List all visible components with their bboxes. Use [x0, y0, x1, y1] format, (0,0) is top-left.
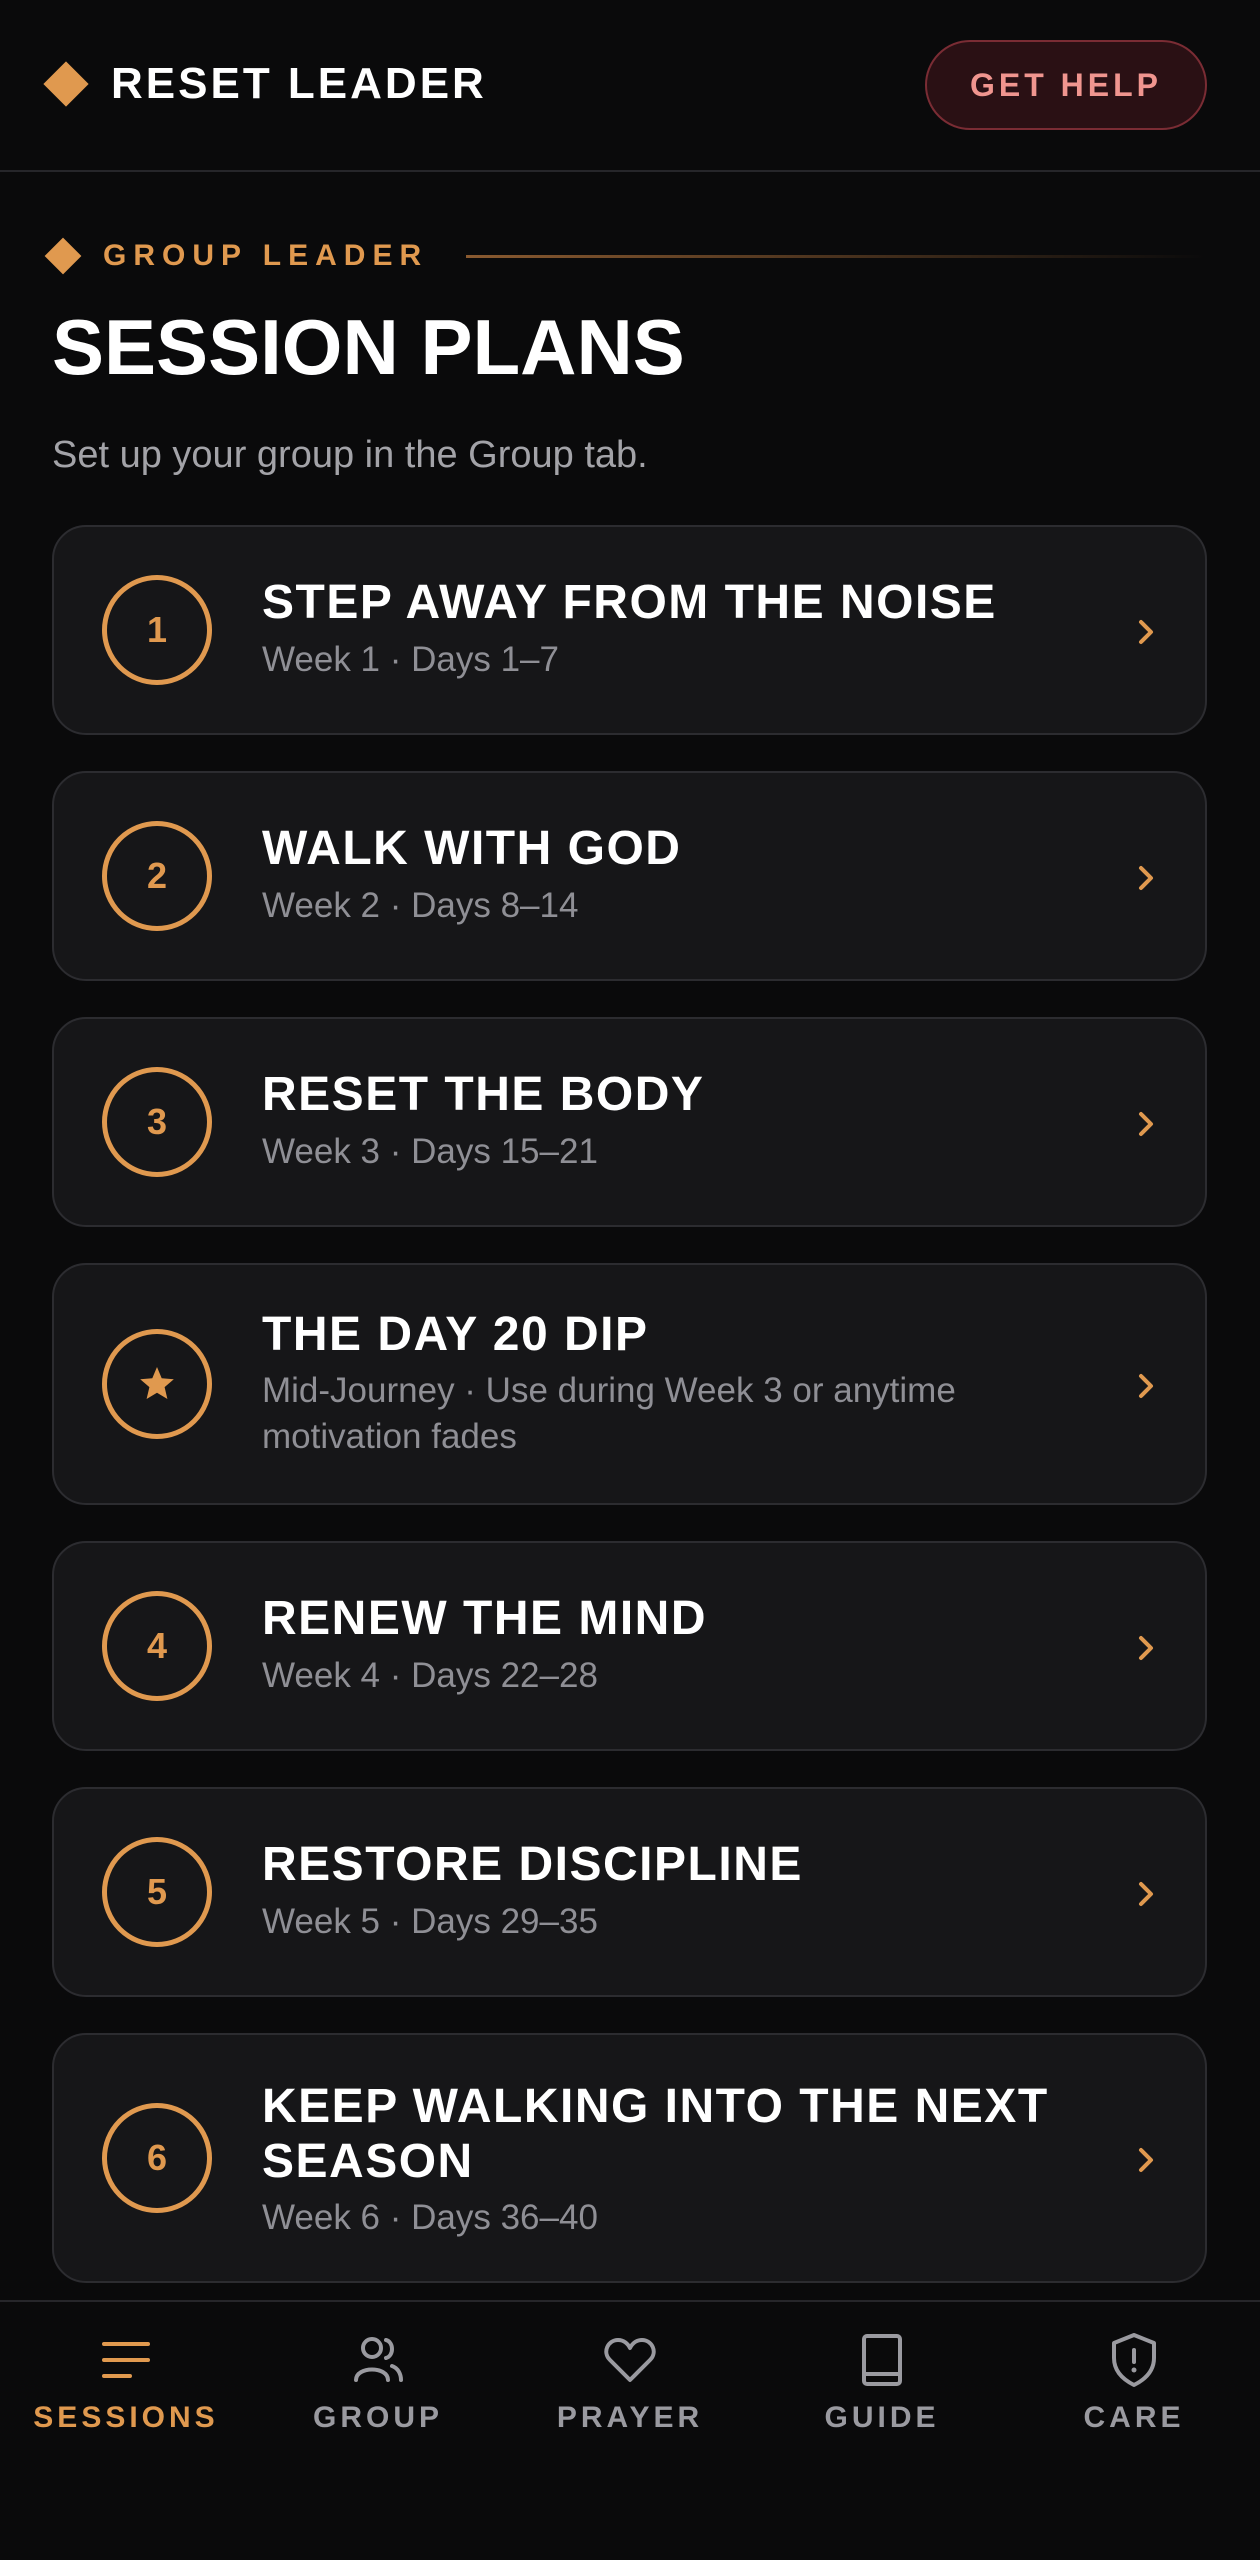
chevron-right-icon — [1139, 866, 1153, 890]
session-star-badge — [102, 1329, 212, 1439]
list-icon — [102, 2342, 150, 2378]
session-card-5[interactable]: 5 RESTORE DISCIPLINE Week 5 · Days 29–35 — [52, 1787, 1207, 1997]
app-header: RESET LEADER GET HELP — [0, 0, 1260, 172]
session-card-1[interactable]: 1 STEP AWAY FROM THE NOISE Week 1 · Days… — [52, 525, 1207, 735]
session-title: THE DAY 20 DIP — [262, 1308, 649, 1361]
session-card-4[interactable]: 4 RENEW THE MIND Week 4 · Days 22–28 — [52, 1541, 1207, 1751]
nav-label: GUIDE — [824, 2401, 940, 2434]
session-title: RESET THE BODY — [262, 1068, 705, 1121]
nav-label: CARE — [1083, 2401, 1185, 2434]
get-help-button[interactable]: GET HELP — [925, 40, 1207, 130]
nav-label: GROUP — [312, 2401, 443, 2434]
nav-label: PRAYER — [556, 2401, 704, 2434]
nav-label: SESSIONS — [33, 2401, 219, 2434]
chevron-right-icon — [1139, 1374, 1153, 1398]
nav-tab-group[interactable]: GROUP — [252, 2302, 504, 2502]
session-number-badge: 3 — [102, 1067, 212, 1177]
session-subtitle: Week 5 · Days 29–35 — [262, 1902, 598, 1941]
session-title: KEEP WALKING INTO THE NEXT SEASON — [262, 2080, 1049, 2188]
chevron-right-icon — [1139, 1882, 1153, 1906]
chevron-right-icon — [1139, 1636, 1153, 1660]
heart-icon — [604, 2338, 656, 2382]
session-subtitle: Week 4 · Days 22–28 — [262, 1656, 598, 1695]
session-title: STEP AWAY FROM THE NOISE — [262, 576, 997, 629]
session-card-2[interactable]: 2 WALK WITH GOD Week 2 · Days 8–14 — [52, 771, 1207, 981]
session-number-badge: 5 — [102, 1837, 212, 1947]
page-title: SESSION PLANS — [52, 303, 685, 391]
session-title: RENEW THE MIND — [262, 1592, 707, 1645]
eyebrow-divider — [466, 255, 1206, 258]
chevron-right-icon — [1139, 620, 1153, 644]
session-subtitle: Week 3 · Days 15–21 — [262, 1132, 598, 1171]
page-subtitle: Set up your group in the Group tab. — [52, 434, 648, 476]
book-icon — [862, 2334, 902, 2386]
session-number-badge: 1 — [102, 575, 212, 685]
bottom-nav: SESSIONS GROUP PRAYER GUIDE CARE — [0, 2300, 1260, 2560]
section-eyebrow: GROUP LEADER — [103, 239, 429, 272]
session-card-3[interactable]: 3 RESET THE BODY Week 3 · Days 15–21 — [52, 1017, 1207, 1227]
shield-icon — [1112, 2333, 1156, 2387]
session-title: RESTORE DISCIPLINE — [262, 1838, 803, 1891]
session-number-badge: 6 — [102, 2103, 212, 2213]
app-title: RESET LEADER — [111, 59, 487, 108]
session-subtitle: Week 1 · Days 1–7 — [262, 640, 559, 679]
eyebrow-diamond-icon — [44, 237, 82, 275]
session-title: WALK WITH GOD — [262, 822, 682, 875]
session-subtitle: Week 2 · Days 8–14 — [262, 886, 579, 925]
nav-tab-guide[interactable]: GUIDE — [756, 2302, 1008, 2502]
chevron-right-icon — [1139, 2148, 1153, 2172]
brand-diamond-icon — [43, 61, 89, 107]
session-subtitle: Mid-Journey · Use during Week 3 or anyti… — [262, 1371, 956, 1456]
chevron-right-icon — [1139, 1112, 1153, 1136]
nav-tab-prayer[interactable]: PRAYER — [504, 2302, 756, 2502]
nav-tab-care[interactable]: CARE — [1008, 2302, 1260, 2502]
session-subtitle: Week 6 · Days 36–40 — [262, 2198, 598, 2237]
session-card-day-20-dip[interactable]: THE DAY 20 DIP Mid-Journey · Use during … — [52, 1263, 1207, 1505]
nav-tab-sessions[interactable]: SESSIONS — [0, 2302, 252, 2502]
star-icon — [140, 1367, 174, 1399]
session-card-6[interactable]: 6 KEEP WALKING INTO THE NEXT SEASON Week… — [52, 2033, 1207, 2283]
people-icon — [354, 2337, 403, 2382]
session-number-badge: 2 — [102, 821, 212, 931]
session-number-badge: 4 — [102, 1591, 212, 1701]
